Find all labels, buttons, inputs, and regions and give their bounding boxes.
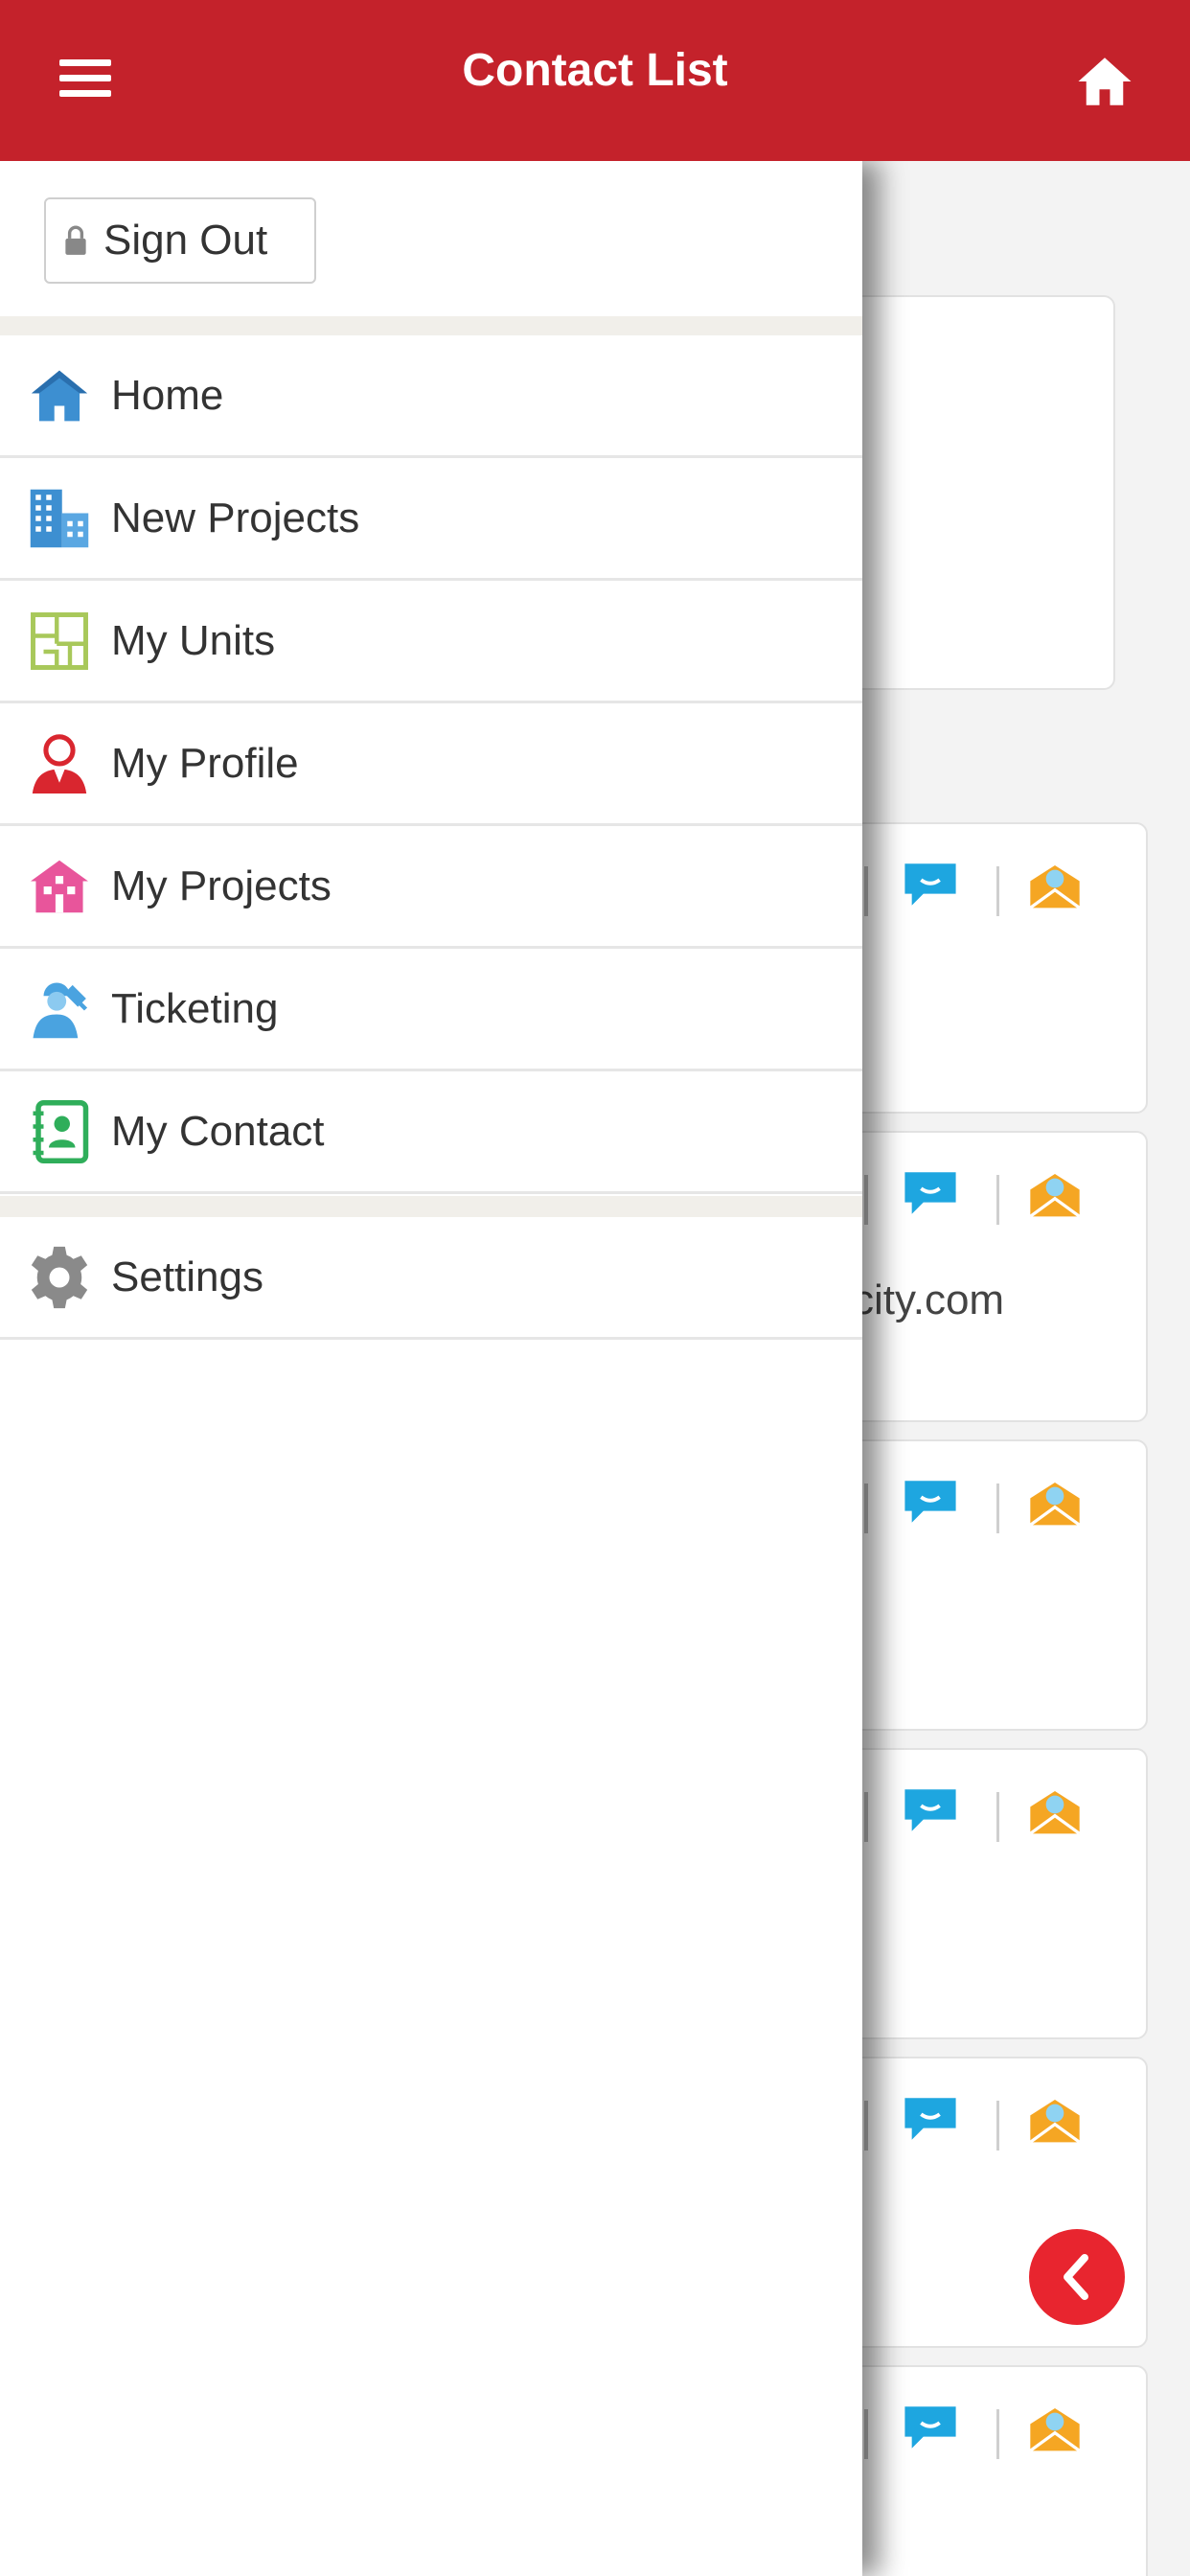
contact-email-text: city.com	[853, 1276, 1005, 1323]
sign-out-button[interactable]: Sign Out	[44, 197, 316, 284]
menu-item-label: My Units	[111, 616, 276, 664]
buildings-icon	[25, 484, 94, 553]
contact-card[interactable]	[834, 822, 1148, 1114]
menu-item-my-units[interactable]: My Units	[0, 581, 862, 703]
menu-item-label: Home	[111, 371, 224, 419]
worker-icon	[25, 975, 94, 1044]
contact-card[interactable]	[834, 1439, 1148, 1731]
divider	[996, 1484, 999, 1533]
page-title: Contact List	[462, 45, 728, 96]
menu-item-label: My Projects	[111, 862, 332, 909]
chevron-left-icon	[1064, 2254, 1088, 2300]
house-icon	[25, 852, 94, 921]
chat-icon[interactable]	[903, 2404, 958, 2451]
divider	[864, 1175, 868, 1225]
divider	[864, 1792, 868, 1842]
menu-item-label: Ticketing	[111, 984, 279, 1032]
person-icon	[25, 729, 94, 798]
mail-icon[interactable]	[1027, 2093, 1083, 2147]
menu-item-my-projects[interactable]: My Projects	[0, 826, 862, 949]
menu-item-settings[interactable]: Settings	[0, 1217, 862, 1340]
chat-icon[interactable]	[903, 1169, 958, 1217]
contact-card[interactable]: city.com	[834, 1131, 1148, 1422]
divider	[864, 2409, 868, 2459]
menu-item-label: Settings	[111, 1253, 263, 1300]
contact-card[interactable]	[834, 2365, 1148, 2576]
drawer-menu: Home New Projects My Units My Profile My…	[0, 335, 862, 1194]
chat-icon[interactable]	[903, 2095, 958, 2143]
divider	[864, 2101, 868, 2150]
contact-card[interactable]	[834, 1748, 1148, 2039]
chat-icon[interactable]	[903, 1786, 958, 1834]
menu-item-ticketing[interactable]: Ticketing	[0, 949, 862, 1071]
gear-icon	[25, 1243, 94, 1312]
chat-icon[interactable]	[903, 861, 958, 908]
mail-icon[interactable]	[1027, 1476, 1083, 1530]
home-icon	[25, 361, 94, 430]
divider	[996, 2101, 999, 2150]
menu-item-label: My Contact	[111, 1107, 325, 1155]
back-button[interactable]	[1029, 2229, 1125, 2325]
divider	[996, 866, 999, 916]
drawer-settings-section: Settings	[0, 1217, 862, 1340]
menu-item-label: My Profile	[111, 739, 299, 787]
divider	[996, 1792, 999, 1842]
divider	[996, 2409, 999, 2459]
section-divider	[0, 316, 862, 335]
navigation-drawer: Sign Out Home New Projects My Units My P…	[0, 161, 862, 2576]
mail-icon[interactable]	[1027, 1167, 1083, 1221]
mail-icon[interactable]	[1027, 2402, 1083, 2455]
floorplan-icon	[25, 607, 94, 676]
info-card	[834, 295, 1115, 690]
menu-item-new-projects[interactable]: New Projects	[0, 458, 862, 581]
menu-item-home[interactable]: Home	[0, 335, 862, 458]
menu-item-my-profile[interactable]: My Profile	[0, 703, 862, 826]
section-divider	[0, 1196, 862, 1217]
app-header: Contact List	[0, 0, 1190, 161]
mail-icon[interactable]	[1027, 859, 1083, 912]
mail-icon[interactable]	[1027, 1784, 1083, 1838]
menu-item-my-contact[interactable]: My Contact	[0, 1071, 862, 1194]
lock-icon	[65, 225, 86, 255]
divider	[996, 1175, 999, 1225]
divider	[864, 1484, 868, 1533]
contact-book-icon	[25, 1097, 94, 1166]
menu-item-label: New Projects	[111, 494, 360, 541]
sign-out-label: Sign Out	[103, 217, 268, 264]
chat-icon[interactable]	[903, 1478, 958, 1526]
home-icon[interactable]	[1073, 50, 1136, 113]
divider	[864, 866, 868, 916]
